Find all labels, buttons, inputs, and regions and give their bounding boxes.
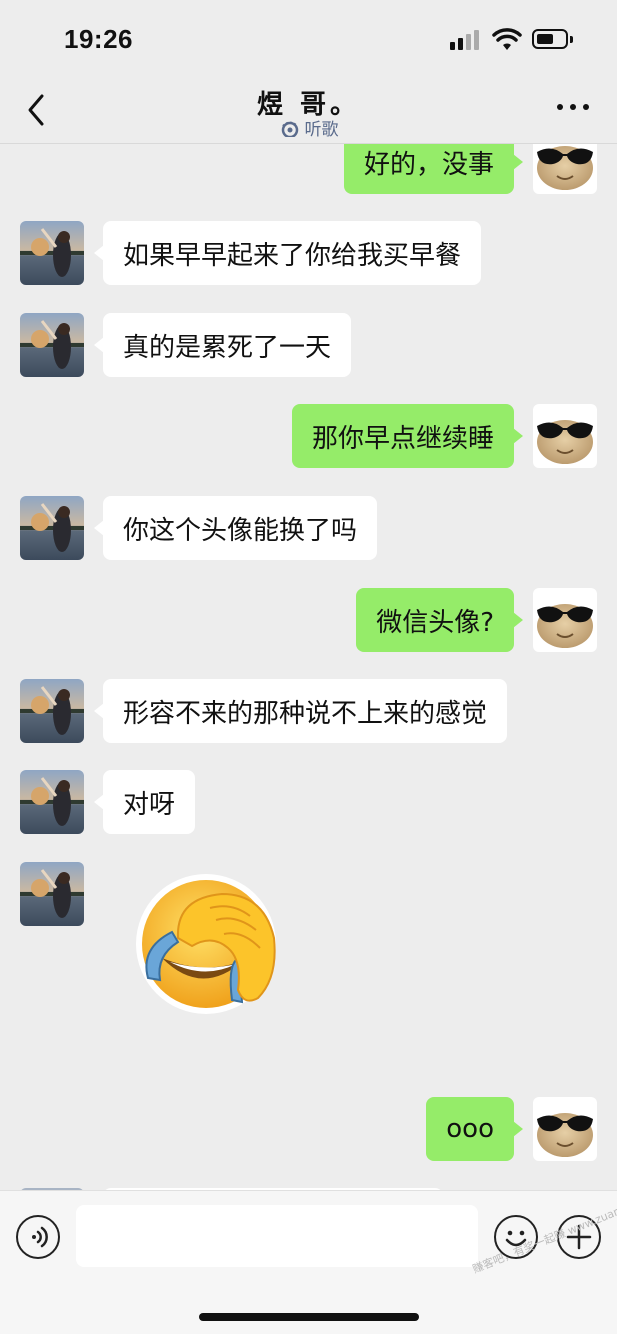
contact-avatar[interactable] [20,221,84,285]
message-row: 你这个头像能换了吗 [0,496,617,560]
message-bubble[interactable]: 你这个头像能换了吗 [93,496,378,560]
message-bubble[interactable]: 真的是累死了一天 [93,313,352,377]
message-bubble[interactable]: 对呀 [93,770,196,834]
contact-avatar[interactable] [20,496,84,560]
message-bubble[interactable]: 那你早点继续睡 [291,404,524,468]
message-row: 真的是累死了一天 [0,313,617,377]
more-options-icon[interactable] [557,104,589,110]
message-bubble[interactable]: 如果早早起来了你给我买早餐 [93,221,482,285]
my-avatar[interactable] [533,1097,597,1161]
contact-avatar[interactable] [20,770,84,834]
message-row: 好的，没事 [0,144,617,194]
message-row: 对呀 [0,770,617,834]
message-bubble[interactable]: ooo [426,1097,523,1161]
my-avatar[interactable] [533,144,597,194]
message-row [0,862,617,1022]
message-row: ooo [0,1097,617,1161]
cellular-signal-icon [450,30,479,50]
wifi-icon [492,28,522,50]
headphones-icon [281,121,298,137]
voice-input-button[interactable] [16,1215,60,1259]
my-avatar[interactable] [533,588,597,652]
message-row: 微信头像? [0,588,617,652]
message-input[interactable] [76,1205,478,1267]
status-time: 19:26 [64,24,133,54]
message-row: 如果早早起来了你给我买早餐 [0,221,617,285]
message-bubble[interactable]: 好的，没事 [343,144,524,194]
battery-icon [532,29,573,49]
message-bubble[interactable]: 形容不来的那种说不上来的感觉 [93,679,508,743]
message-bubble[interactable]: 微信头像? [356,588,523,652]
chat-status-label: 听歌 [304,120,339,140]
home-indicator[interactable] [199,1313,419,1321]
message-row: 形容不来的那种说不上来的感觉 [0,679,617,743]
message-row: 那你早点继续睡 [0,404,617,468]
contact-avatar[interactable] [20,679,84,743]
status-bar: 19:26 [0,0,617,82]
facepalm-laughing-emoji-icon[interactable] [132,868,288,1018]
chat-status[interactable]: 听歌 [0,115,617,140]
chat-header: 煜 哥。 听歌 [0,82,617,144]
my-avatar[interactable] [533,404,597,468]
voice-icon [32,1226,48,1248]
message-list[interactable]: 好的，没事 如果早早起来了你给我买早餐 真的是累死了一天 那你早点继续睡 你这个… [0,144,617,1190]
contact-avatar[interactable] [20,313,84,377]
contact-avatar[interactable] [20,862,84,926]
